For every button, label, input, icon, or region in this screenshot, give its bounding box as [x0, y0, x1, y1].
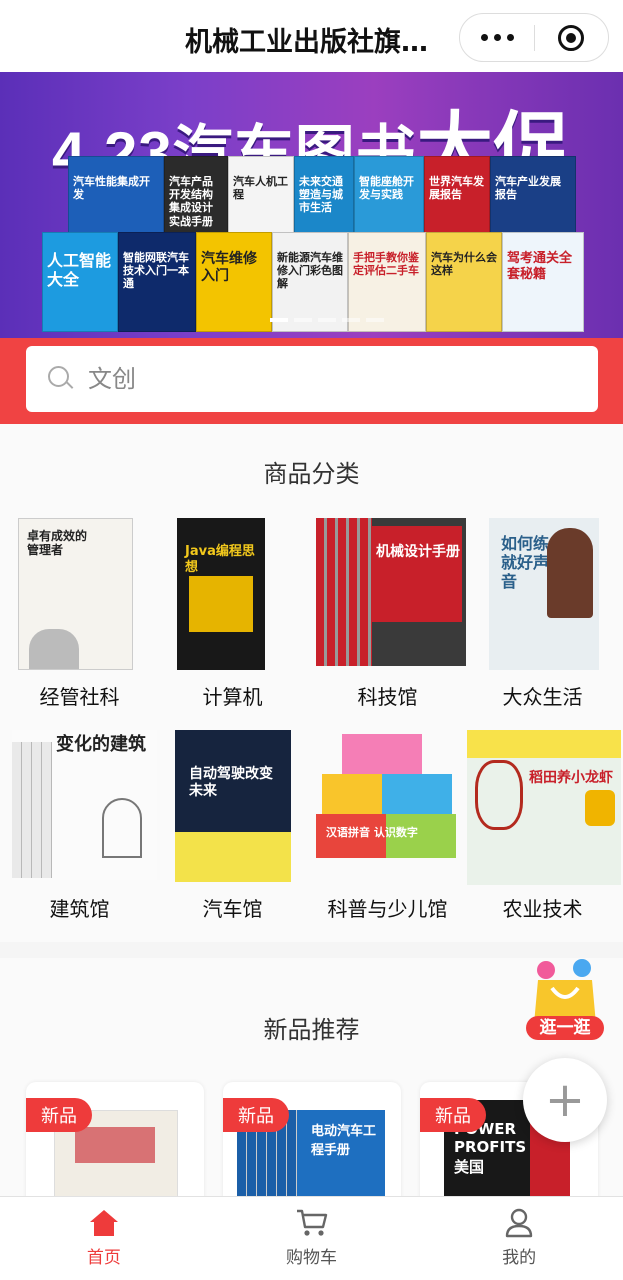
tab-home[interactable]: 首页 [0, 1197, 208, 1280]
banner-book: 新能源汽车维修入门彩色图解 [272, 232, 348, 332]
search-input[interactable] [88, 365, 528, 393]
category-item-agriculture[interactable]: 稻田养小龙虾 农业技术 [465, 730, 621, 922]
banner-book: 汽车维修入门 [196, 232, 272, 332]
category-image: 卓有成效的管理者 [2, 518, 157, 673]
search-icon [48, 366, 74, 392]
category-item-auto[interactable]: 自动驾驶改变未来 汽车馆 [155, 730, 310, 922]
promo-label: 逛一逛 [539, 1018, 591, 1038]
banner-book: 汽车为什么会这样 [426, 232, 502, 332]
promo-banner[interactable]: 4.23汽车图书大促 汽车性能集成开发 汽车产品开发结构集成设计实战手册 汽车人… [0, 72, 623, 338]
category-title: 商品分类 [263, 460, 360, 488]
banner-pagination [270, 318, 384, 322]
category-image: Java编程思想 [155, 518, 310, 673]
search-box[interactable] [26, 346, 598, 412]
category-item-architecture[interactable]: 变化的建筑 建筑馆 [2, 730, 157, 922]
user-icon [505, 1208, 533, 1238]
category-image: 稻田养小龙虾 [465, 730, 621, 885]
plus-icon: + [544, 1072, 586, 1128]
search-bar [0, 338, 623, 424]
category-section: 商品分类 卓有成效的管理者 经管社科 Java编程思想 计算机 机械设计手册 科… [0, 424, 623, 942]
category-item-computer[interactable]: Java编程思想 计算机 [155, 518, 310, 710]
bottom-tabbar: 首页 购物车 我的 [0, 1196, 623, 1280]
category-image: 变化的建筑 [2, 730, 157, 885]
new-product-card[interactable]: 新品 [26, 1082, 204, 1212]
category-image: 汉语拼音 认识数字 [310, 730, 465, 885]
category-item-kids[interactable]: 汉语拼音 认识数字 科普与少儿馆 [310, 730, 465, 922]
banner-book: 手把手教你鉴定评估二手车 [348, 232, 426, 332]
promo-float-button[interactable]: 逛一逛 [522, 958, 608, 1042]
banner-book: 驾考通关全套秘籍 [502, 232, 584, 332]
banner-book: 人工智能大全 [42, 232, 118, 332]
nav-header: 机械工业出版社旗… [0, 0, 623, 72]
category-item-tech[interactable]: 机械设计手册 科技馆 [310, 518, 466, 710]
tab-profile[interactable]: 我的 [415, 1197, 623, 1280]
new-badge: 新品 [420, 1098, 486, 1132]
category-image: 机械设计手册 [310, 518, 466, 673]
banner-book: 汽车性能集成开发 [68, 156, 164, 244]
banner-book: 智能网联汽车技术入门一本通 [118, 232, 196, 332]
category-item-life[interactable]: 如何练就好声音 大众生活 [465, 518, 620, 710]
more-dots-icon [480, 34, 488, 41]
cart-icon [296, 1209, 327, 1236]
miniapp-capsule [459, 13, 609, 62]
home-icon [89, 1210, 118, 1236]
category-image: 如何练就好声音 [465, 518, 620, 673]
new-badge: 新品 [26, 1098, 92, 1132]
add-fab-button[interactable]: + [523, 1058, 607, 1142]
more-button[interactable] [460, 14, 534, 61]
category-item-management[interactable]: 卓有成效的管理者 经管社科 [2, 518, 157, 710]
close-button[interactable] [535, 14, 608, 61]
close-circle-icon [558, 24, 585, 51]
category-image: 自动驾驶改变未来 [155, 730, 310, 885]
new-product-card[interactable]: 电动汽车工程手册 新品 [223, 1082, 401, 1212]
new-badge: 新品 [223, 1098, 289, 1132]
tab-cart[interactable]: 购物车 [208, 1197, 416, 1280]
